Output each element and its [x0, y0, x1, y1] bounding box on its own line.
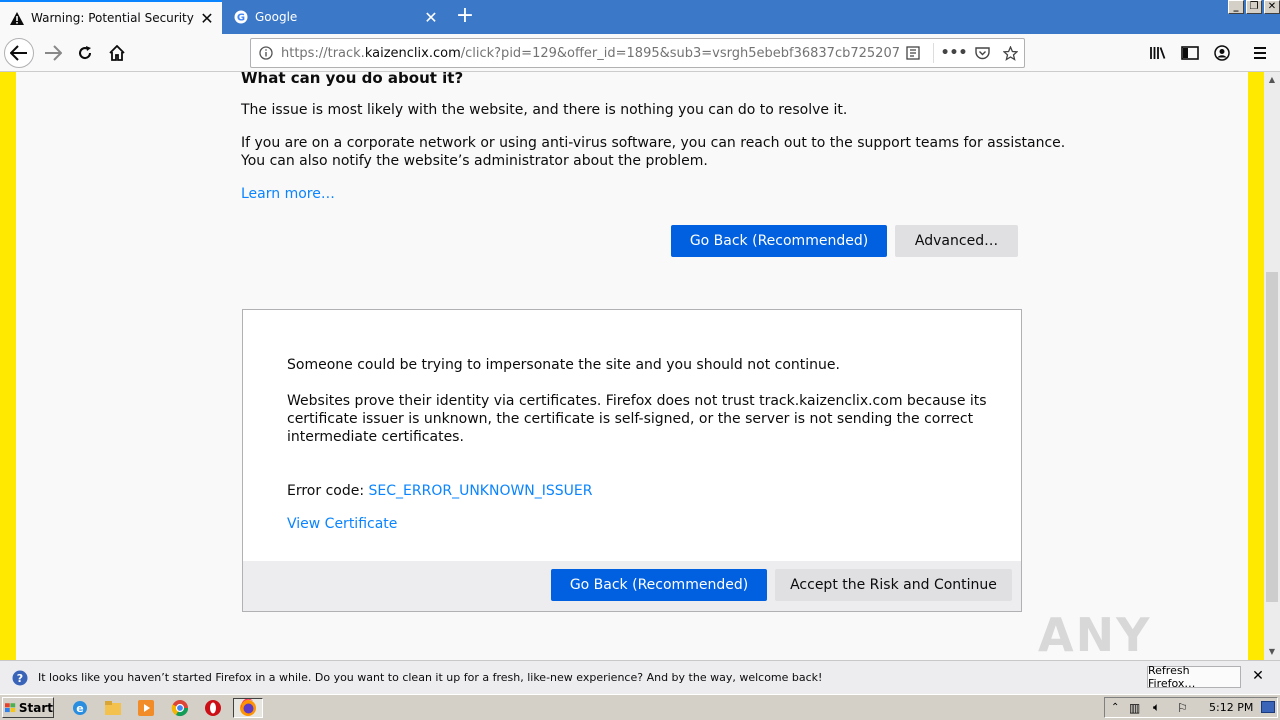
- bookmark-star-icon[interactable]: [996, 45, 1024, 61]
- page-content: What can you do about it? The issue is m…: [0, 72, 1264, 660]
- internet-explorer-icon[interactable]: e: [70, 698, 90, 718]
- svg-text:?: ?: [17, 672, 23, 685]
- reader-view-icon[interactable]: [899, 46, 927, 60]
- error-code-line: Error code: SEC_ERROR_UNKNOWN_ISSUER: [287, 482, 593, 500]
- impersonate-warning: Someone could be trying to impersonate t…: [287, 357, 840, 373]
- google-icon: G: [233, 9, 249, 25]
- window-controls: _ ❐ ✕: [1226, 0, 1280, 14]
- library-icon[interactable]: [1148, 43, 1168, 63]
- certificate-explanation-line1: Websites prove their identity via certif…: [287, 393, 987, 409]
- svg-text:G: G: [237, 13, 245, 24]
- view-certificate-link[interactable]: View Certificate: [287, 515, 397, 533]
- chrome-icon[interactable]: [170, 698, 190, 718]
- back-arrow-icon: [10, 45, 27, 61]
- start-button[interactable]: Start: [2, 697, 54, 718]
- go-back-button-2[interactable]: Go Back (Recommended): [551, 569, 767, 601]
- url-bar[interactable]: https://track.kaizenclix.com/click?pid=1…: [250, 38, 1025, 68]
- start-label: Start: [18, 700, 53, 715]
- close-tab-icon[interactable]: ✕: [420, 6, 442, 28]
- maximize-button[interactable]: ❐: [1246, 0, 1262, 14]
- corporate-network-paragraph: If you are on a corporate network or usi…: [241, 135, 1066, 151]
- pocket-icon[interactable]: [968, 46, 996, 60]
- page-actions-icon[interactable]: •••: [940, 45, 968, 61]
- close-tab-icon[interactable]: ✕: [196, 7, 218, 29]
- windows-logo-icon: [5, 702, 16, 712]
- error-code-link[interactable]: SEC_ERROR_UNKNOWN_ISSUER: [369, 483, 593, 499]
- refresh-firefox-button[interactable]: Refresh Firefox…: [1147, 664, 1241, 690]
- home-button[interactable]: [102, 38, 132, 68]
- what-can-you-do-heading: What can you do about it?: [241, 72, 464, 87]
- hamburger-menu-icon[interactable]: [1250, 43, 1270, 63]
- tab-google[interactable]: G Google ✕: [224, 0, 446, 34]
- volume-icon[interactable]: 🔈︎: [1153, 700, 1160, 715]
- accept-risk-button[interactable]: Accept the Risk and Continue: [775, 569, 1012, 601]
- network-icon[interactable]: ▥: [1129, 701, 1140, 715]
- close-window-button[interactable]: ✕: [1264, 0, 1280, 14]
- minimize-button[interactable]: _: [1228, 0, 1244, 14]
- url-separator: [933, 43, 934, 63]
- opera-icon[interactable]: [203, 698, 223, 718]
- new-tab-button[interactable]: +: [452, 5, 478, 29]
- tab-security-warning[interactable]: Warning: Potential Security Risk Ahead ✕: [0, 0, 222, 34]
- close-notification-icon[interactable]: ✕: [1250, 668, 1266, 684]
- warning-stripe-left: [0, 72, 16, 660]
- tab-title: Warning: Potential Security Risk Ahead: [31, 11, 196, 25]
- warning-stripe-right: [1248, 72, 1264, 660]
- forward-button[interactable]: [38, 38, 68, 68]
- help-icon: ?: [12, 670, 28, 686]
- certificate-explanation-line2: certificate issuer is unknown, the certi…: [287, 411, 974, 427]
- vertical-scrollbar[interactable]: ▲ ▼: [1264, 72, 1280, 660]
- nav-bar: https://track.kaizenclix.com/click?pid=1…: [0, 34, 1280, 72]
- media-player-icon[interactable]: [136, 698, 156, 718]
- advanced-panel: Someone could be trying to impersonate t…: [242, 309, 1022, 612]
- show-desktop-icon[interactable]: [1261, 701, 1275, 713]
- warning-icon: [9, 10, 25, 26]
- account-icon[interactable]: [1212, 43, 1232, 63]
- firefox-taskbar-icon[interactable]: [233, 698, 263, 718]
- go-back-button[interactable]: Go Back (Recommended): [671, 225, 887, 257]
- notify-admin-paragraph: You can also notify the website’s admini…: [241, 153, 708, 169]
- tab-strip: Warning: Potential Security Risk Ahead ✕…: [0, 0, 1280, 34]
- back-button[interactable]: [4, 38, 34, 68]
- svg-text:e: e: [76, 702, 83, 715]
- learn-more-link[interactable]: Learn more…: [241, 185, 335, 203]
- forward-arrow-icon: [45, 45, 62, 61]
- advanced-button[interactable]: Advanced…: [895, 225, 1018, 257]
- reload-icon: [79, 46, 92, 60]
- tab-title: Google: [255, 10, 298, 24]
- reload-button[interactable]: [70, 38, 100, 68]
- scroll-up-arrow-icon[interactable]: ▲: [1264, 72, 1280, 88]
- site-info-icon[interactable]: [251, 46, 281, 60]
- certificate-explanation-line3: intermediate certificates.: [287, 429, 464, 445]
- advanced-panel-footer: Go Back (Recommended) Accept the Risk an…: [243, 561, 1021, 611]
- clock: 5:12 PM: [1209, 701, 1254, 714]
- system-tray: ⌃ ▥ 🔈︎ ⚐ 5:12 PM: [1104, 697, 1278, 718]
- action-center-flag-icon[interactable]: ⚐: [1177, 701, 1188, 715]
- sidebar-icon[interactable]: [1180, 43, 1200, 63]
- notification-message: It looks like you haven’t started Firefo…: [38, 671, 823, 684]
- issue-paragraph: The issue is most likely with the websit…: [241, 102, 848, 118]
- home-icon: [109, 45, 125, 61]
- file-explorer-icon[interactable]: [103, 698, 123, 718]
- show-hidden-icons-icon[interactable]: ⌃: [1111, 702, 1119, 713]
- scroll-thumb[interactable]: [1266, 272, 1278, 602]
- error-code-label: Error code:: [287, 483, 369, 499]
- notification-bar: ? It looks like you haven’t started Fire…: [0, 660, 1280, 694]
- url-text[interactable]: https://track.kaizenclix.com/click?pid=1…: [281, 46, 899, 61]
- windows-taskbar: Start e ⌃ ▥ 🔈︎ ⚐ 5:12 PM: [0, 694, 1280, 720]
